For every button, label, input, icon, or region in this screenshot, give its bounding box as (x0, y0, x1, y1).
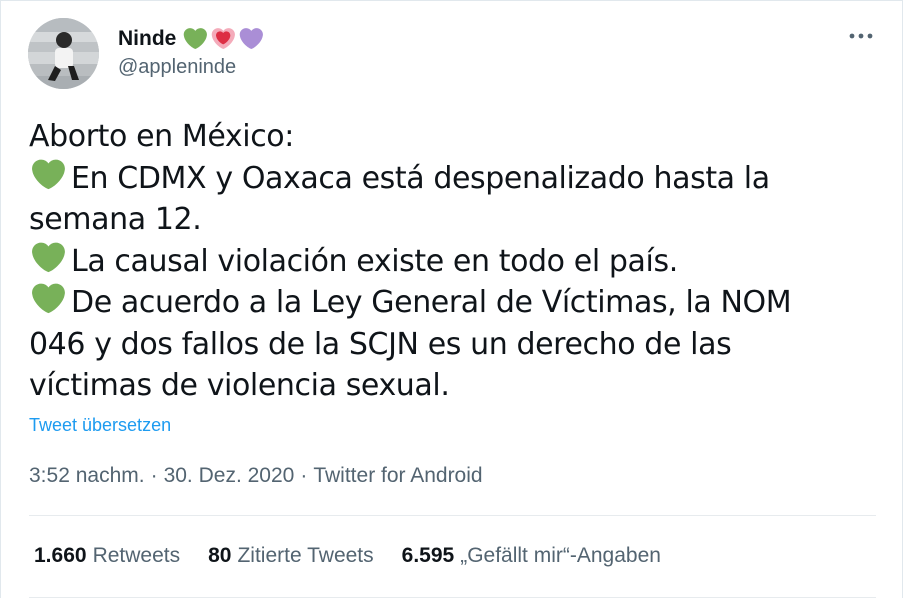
tweet-header: Ninde @appleninde (28, 18, 264, 89)
tweet-text-line-content: 046 y dos fallos de la SCJN es un derech… (29, 326, 732, 362)
tweet-text-line-content: En CDMX y Oaxaca está despenalizado hast… (71, 160, 770, 196)
tweet-text-line: víctimas de violencia sexual. (29, 365, 859, 407)
name-emojis (182, 27, 264, 51)
quotes-count: 80 (208, 544, 232, 567)
name-row: Ninde (118, 24, 264, 54)
likes-stat[interactable]: 6.595 „Gefällt mir“-Angaben (402, 544, 661, 568)
green-heart-icon (32, 283, 65, 314)
tweet-text-line-content: semana 12. (29, 202, 202, 237)
retweets-label: Retweets (92, 544, 181, 567)
purple-heart-icon (240, 28, 264, 49)
engagement-stats: 1.660 Retweets 80 Zitierte Tweets 6.595 „Ge… (34, 544, 661, 568)
sparkling-heart-icon (212, 28, 236, 49)
tweet-text-line: En CDMX y Oaxaca está despenalizado hast… (29, 158, 859, 200)
tweet-text-line-content: Aborto en México: (29, 119, 294, 154)
tweet-text-line: Aborto en México: (29, 116, 859, 158)
likes-count: 6.595 (401, 544, 455, 567)
tweet-source[interactable]: Twitter for Android (313, 464, 482, 488)
meta-separator: · (150, 464, 158, 487)
avatar[interactable] (28, 18, 99, 89)
quotes-label: Zitierte Tweets (237, 544, 374, 567)
divider (29, 597, 876, 598)
display-name[interactable]: Ninde (118, 27, 176, 51)
tweet-time[interactable]: 3:52 nachm. (29, 464, 145, 488)
retweets-stat[interactable]: 1.660 Retweets (34, 544, 180, 568)
tweet-text-line-content: De acuerdo a la Ley General de Víctimas,… (71, 285, 792, 320)
tweet-card: Ninde @appleninde Aborto en México: En C… (0, 0, 903, 598)
user-handle[interactable]: @appleninde (118, 56, 264, 79)
retweets-count: 1.660 (34, 544, 87, 567)
tweet-text-line-content: La causal violación existe en todo el pa… (71, 243, 678, 279)
likes-label: „Gefällt mir“-Angaben (460, 544, 661, 567)
green-heart-icon (32, 159, 65, 189)
tweet-text: Aborto en México: En CDMX y Oaxaca está d… (29, 116, 859, 407)
divider (29, 515, 876, 516)
tweet-metadata: 3:52 nachm. · 30. Dez. 2020 · Twitter fo… (29, 464, 483, 488)
tweet-text-line-content: víctimas de violencia sexual. (29, 368, 450, 403)
tweet-text-line: semana 12. (29, 199, 859, 241)
tweet-text-line: 046 y dos fallos de la SCJN es un derech… (29, 324, 859, 366)
meta-separator: · (300, 464, 308, 487)
translate-tweet-link[interactable]: Tweet übersetzen (29, 415, 171, 436)
green-heart-icon (184, 28, 208, 49)
tweet-text-line: La causal violación existe en todo el pa… (29, 241, 859, 283)
green-heart-icon (32, 242, 65, 272)
tweet-text-line: De acuerdo a la Ley General de Víctimas,… (29, 282, 859, 324)
user-info: Ninde @appleninde (118, 24, 264, 79)
more-options-button[interactable] (848, 25, 874, 47)
quote-tweets-stat[interactable]: 80 Zitierte Tweets (208, 544, 374, 568)
avatar-photo (28, 18, 99, 89)
tweet-date[interactable]: 30. Dez. 2020 (164, 464, 295, 488)
more-horizontal-icon (849, 33, 873, 39)
